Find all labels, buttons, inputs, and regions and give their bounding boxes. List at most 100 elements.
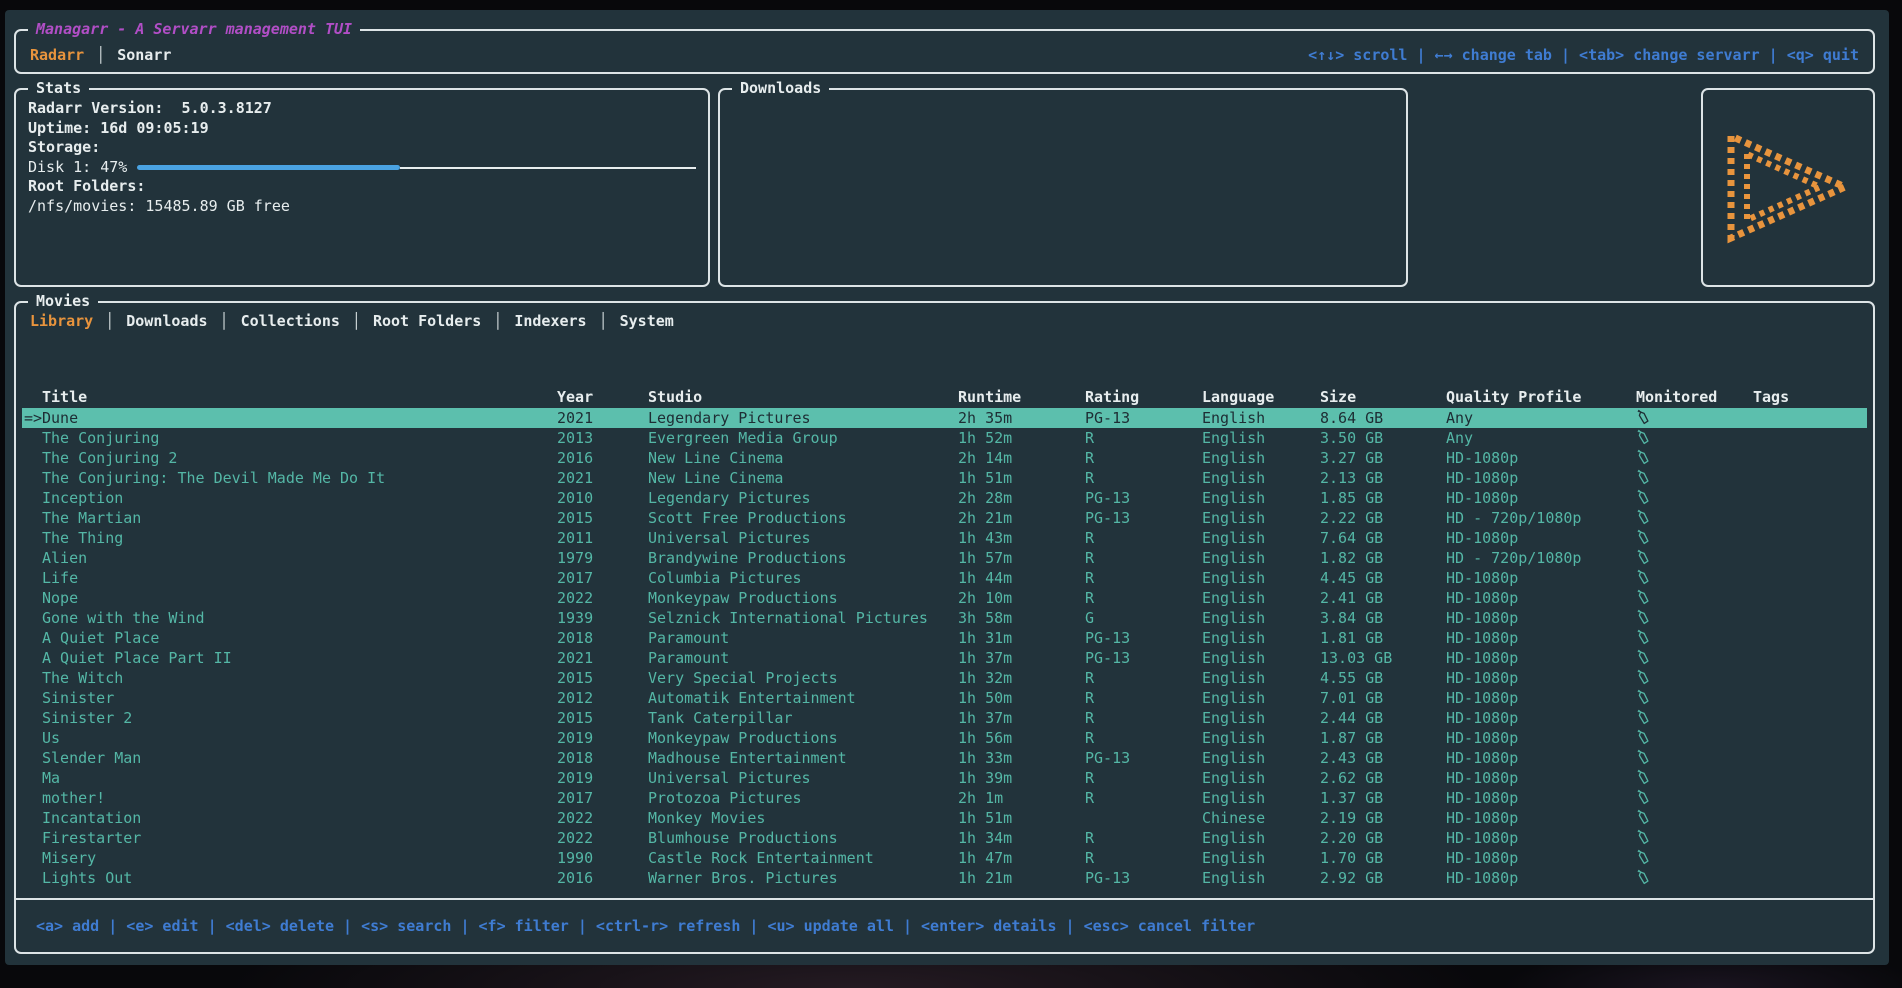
cell-year: 2017: [557, 568, 648, 588]
cell-year: 2012: [557, 688, 648, 708]
downloads-panel: Downloads: [718, 88, 1408, 287]
cell-runtime: 2h 21m: [958, 508, 1085, 528]
tab-root-folders[interactable]: Root Folders: [373, 312, 481, 330]
cell-studio: Universal Pictures: [648, 528, 958, 548]
cell-studio: Very Special Projects: [648, 668, 958, 688]
cell-year: 2013: [557, 428, 648, 448]
table-row[interactable]: A Quiet Place Part II2021Paramount1h 37m…: [22, 648, 1867, 668]
table-row[interactable]: Life2017Columbia Pictures1h 44mREnglish4…: [22, 568, 1867, 588]
root-folder-value: /nfs/movies: 15485.89 GB free: [28, 197, 696, 217]
cell-language: English: [1202, 728, 1320, 748]
cell-year: 2022: [557, 588, 648, 608]
cell-runtime: 1h 39m: [958, 768, 1085, 788]
cell-quality-profile: HD-1080p: [1446, 488, 1636, 508]
table-row[interactable]: Sinister 22015Tank Caterpillar1h 37mREng…: [22, 708, 1867, 728]
cell-year: 2010: [557, 488, 648, 508]
cell-quality-profile: HD-1080p: [1446, 828, 1636, 848]
tab-library[interactable]: Library: [30, 312, 93, 330]
cell-monitored: [1636, 588, 1753, 608]
table-row[interactable]: mother!2017Protozoa Pictures2h 1mREnglis…: [22, 788, 1867, 808]
table-row[interactable]: Alien1979Brandywine Productions1h 57mREn…: [22, 548, 1867, 568]
cell-quality-profile: HD-1080p: [1446, 808, 1636, 828]
cell-title: Misery: [42, 848, 557, 868]
table-row[interactable]: Sinister2012Automatik Entertainment1h 50…: [22, 688, 1867, 708]
cell-size: 1.70 GB: [1320, 848, 1446, 868]
tab-collections[interactable]: Collections: [241, 312, 340, 330]
cell-title: Alien: [42, 548, 557, 568]
tab-sonarr[interactable]: Sonarr: [117, 46, 171, 64]
cell-language: English: [1202, 768, 1320, 788]
monitored-tag-icon: [1636, 529, 1651, 545]
tab-radarr[interactable]: Radarr: [30, 46, 84, 64]
table-row[interactable]: Lights Out2016Warner Bros. Pictures1h 21…: [22, 868, 1867, 888]
table-row[interactable]: Slender Man2018Madhouse Entertainment1h …: [22, 748, 1867, 768]
column-header-tags: Tags: [1753, 387, 1867, 407]
cell-studio: Selznick International Pictures: [648, 608, 958, 628]
cell-year: 1990: [557, 848, 648, 868]
table-row[interactable]: Nope2022Monkeypaw Productions2h 10mREngl…: [22, 588, 1867, 608]
cell-year: 2021: [557, 408, 648, 428]
stats-panel-title: Stats: [28, 78, 89, 99]
monitored-tag-icon: [1636, 789, 1651, 805]
table-row[interactable]: Incantation2022Monkey Movies1h 51mChines…: [22, 808, 1867, 828]
table-row[interactable]: The Conjuring2013Evergreen Media Group1h…: [22, 428, 1867, 448]
cell-language: Chinese: [1202, 808, 1320, 828]
table-row[interactable]: Gone with the Wind1939Selznick Internati…: [22, 608, 1867, 628]
cell-title: Inception: [42, 488, 557, 508]
stats-panel: Stats Radarr Version: 5.0.3.8127 Uptime:…: [14, 88, 710, 287]
table-row[interactable]: Misery1990Castle Rock Entertainment1h 47…: [22, 848, 1867, 868]
column-header-language: Language: [1202, 387, 1320, 407]
cell-language: English: [1202, 648, 1320, 668]
cell-year: 2022: [557, 828, 648, 848]
table-row[interactable]: The Thing2011Universal Pictures1h 43mREn…: [22, 528, 1867, 548]
tab-separator: │: [481, 312, 514, 330]
cell-language: English: [1202, 828, 1320, 848]
monitored-tag-icon: [1636, 569, 1651, 585]
cell-runtime: 1h 56m: [958, 728, 1085, 748]
column-header-runtime: Runtime: [958, 387, 1085, 407]
cell-language: English: [1202, 748, 1320, 768]
table-row[interactable]: Inception2010Legendary Pictures2h 28mPG-…: [22, 488, 1867, 508]
cell-rating: PG-13: [1085, 648, 1202, 668]
table-row[interactable]: The Conjuring 22016New Line Cinema2h 14m…: [22, 448, 1867, 468]
cell-year: 2019: [557, 768, 648, 788]
cell-size: 2.20 GB: [1320, 828, 1446, 848]
cell-size: 2.19 GB: [1320, 808, 1446, 828]
cell-monitored: [1636, 728, 1753, 748]
cell-runtime: 1h 44m: [958, 568, 1085, 588]
monitored-tag-icon: [1636, 509, 1651, 525]
table-row[interactable]: Ma2019Universal Pictures1h 39mREnglish2.…: [22, 768, 1867, 788]
cell-language: English: [1202, 428, 1320, 448]
cell-year: 2011: [557, 528, 648, 548]
cell-runtime: 2h 1m: [958, 788, 1085, 808]
app-title: Managarr - A Servarr management TUI: [28, 19, 360, 40]
cell-language: English: [1202, 408, 1320, 428]
cell-rating: R: [1085, 548, 1202, 568]
table-row[interactable]: Firestarter2022Blumhouse Productions1h 3…: [22, 828, 1867, 848]
cell-runtime: 1h 52m: [958, 428, 1085, 448]
column-header-rating: Rating: [1085, 387, 1202, 407]
table-row[interactable]: The Conjuring: The Devil Made Me Do It20…: [22, 468, 1867, 488]
tab-system[interactable]: System: [620, 312, 674, 330]
monitored-tag-icon: [1636, 429, 1651, 445]
tab-downloads[interactable]: Downloads: [126, 312, 207, 330]
cell-runtime: 1h 47m: [958, 848, 1085, 868]
movies-table: =>Dune2021Legendary Pictures2h 35mPG-13E…: [22, 408, 1867, 888]
table-row[interactable]: A Quiet Place2018Paramount1h 31mPG-13Eng…: [22, 628, 1867, 648]
cell-runtime: 2h 14m: [958, 448, 1085, 468]
column-header-size: Size: [1320, 387, 1446, 407]
tab-indexers[interactable]: Indexers: [514, 312, 586, 330]
monitored-tag-icon: [1636, 589, 1651, 605]
table-header: TitleYearStudioRuntimeRatingLanguageSize…: [22, 386, 1867, 408]
cell-studio: Castle Rock Entertainment: [648, 848, 958, 868]
table-row[interactable]: The Witch2015Very Special Projects1h 32m…: [22, 668, 1867, 688]
table-row[interactable]: Us2019Monkeypaw Productions1h 56mREnglis…: [22, 728, 1867, 748]
cell-size: 3.84 GB: [1320, 608, 1446, 628]
table-row[interactable]: =>Dune2021Legendary Pictures2h 35mPG-13E…: [22, 408, 1867, 428]
table-row[interactable]: The Martian2015Scott Free Productions2h …: [22, 508, 1867, 528]
cell-quality-profile: HD-1080p: [1446, 448, 1636, 468]
disk-usage-label: Disk 1: 47%: [28, 158, 127, 178]
cell-title: A Quiet Place: [42, 628, 557, 648]
monitored-tag-icon: [1636, 409, 1651, 425]
cell-runtime: 2h 35m: [958, 408, 1085, 428]
